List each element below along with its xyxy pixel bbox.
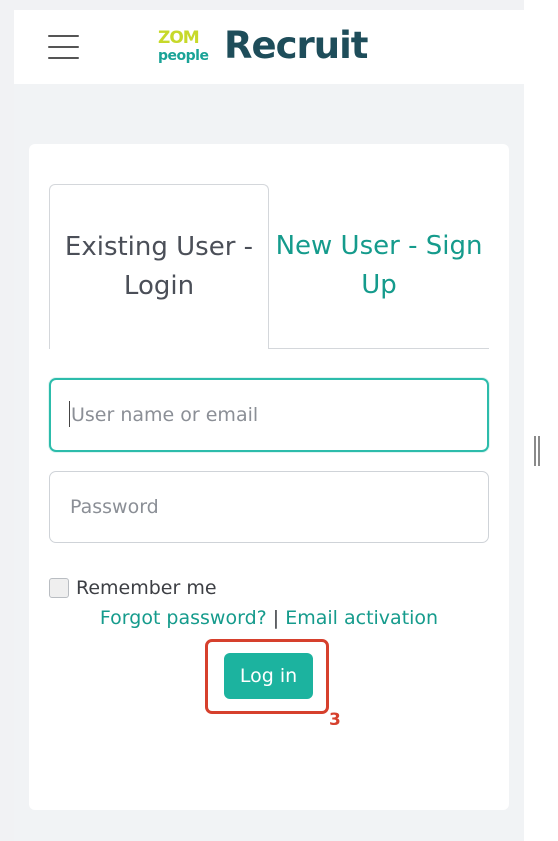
logo-mark-bottom: people [158,48,209,64]
account-links: Forgot password? | Email activation [49,604,489,632]
text-caret [69,401,70,427]
scroll-area [524,0,558,841]
brand-logo[interactable]: ZOM people Recruit [158,24,388,70]
annotation-marker-number: 3 [329,710,341,730]
tab-signup-label: New User - Sign Up [275,231,483,300]
tab-divider [268,348,489,349]
remember-me-label: Remember me [76,577,217,599]
username-input[interactable] [49,378,489,452]
tab-new-user-signup[interactable]: New User - Sign Up [269,184,489,348]
remember-me-row[interactable]: Remember me [49,577,217,599]
logo-mark: ZOM people [158,28,222,66]
password-input[interactable] [49,471,489,543]
logo-word: Recruit [224,24,368,67]
hamburger-icon[interactable] [48,35,79,60]
annotation-highlight-box [205,639,329,714]
remember-me-checkbox[interactable] [49,578,69,598]
email-activation-link[interactable]: Email activation [285,607,438,629]
forgot-password-link[interactable]: Forgot password? [100,607,267,629]
link-separator: | [272,607,280,629]
tab-existing-user-login[interactable]: Existing User - Login [49,184,269,349]
logo-mark-top: ZOM [158,28,200,48]
resize-handle[interactable] [534,436,540,466]
tab-login-label: Existing User - Login [64,232,254,301]
